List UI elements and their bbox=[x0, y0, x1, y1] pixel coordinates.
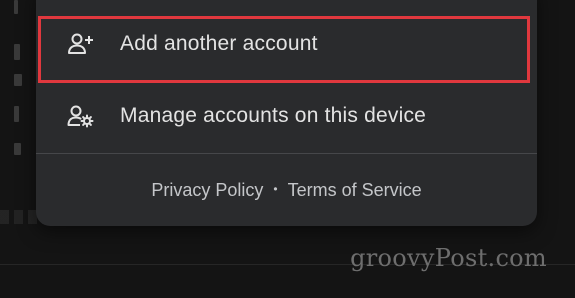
background-fragment bbox=[14, 143, 21, 155]
background-fragment bbox=[14, 74, 22, 86]
add-another-account-label: Add another account bbox=[120, 32, 318, 55]
menu-divider bbox=[36, 153, 537, 154]
watermark: groovyPost.com bbox=[350, 244, 547, 272]
add-another-account-item[interactable]: Add another account bbox=[36, 15, 537, 73]
person-add-icon bbox=[67, 30, 95, 58]
manage-accounts-item[interactable]: Manage accounts on this device bbox=[36, 87, 537, 145]
manage-accounts-label: Manage accounts on this device bbox=[120, 104, 427, 127]
background-fragment bbox=[14, 0, 18, 14]
terms-of-service-link[interactable]: Terms of Service bbox=[288, 180, 422, 201]
screen: Add another account Manage accounts on t… bbox=[0, 0, 575, 298]
background-fragment bbox=[14, 44, 20, 60]
menu-footer: Privacy Policy • Terms of Service bbox=[36, 176, 537, 204]
background-fragment bbox=[14, 106, 19, 122]
manage-accounts-icon bbox=[67, 102, 95, 130]
privacy-policy-link[interactable]: Privacy Policy bbox=[151, 180, 263, 201]
footer-separator: • bbox=[273, 182, 278, 196]
